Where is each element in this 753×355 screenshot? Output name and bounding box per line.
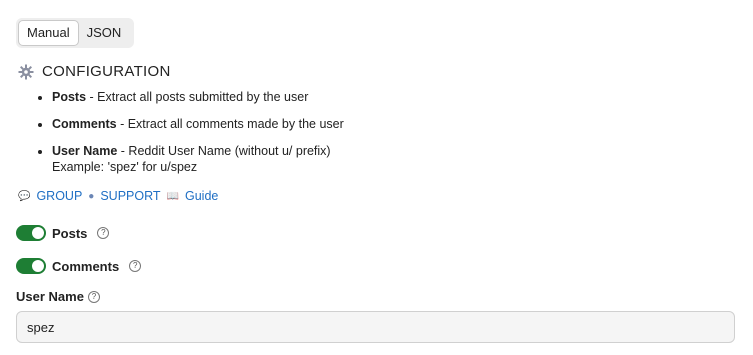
list-item: User Name - Reddit User Name (without u/… [52,143,344,175]
tab-manual[interactable]: Manual [18,20,79,46]
user-name-label-row: User Name ? [16,289,100,304]
support-icon: ● [88,190,95,202]
help-links: 💬 GROUP ● SUPPORT 📖 Guide [18,189,218,203]
posts-toggle-row: Posts ? [16,225,110,241]
posts-toggle-label: Posts [52,225,88,241]
tab-json[interactable]: JSON [79,20,130,46]
help-icon[interactable]: ? [129,260,142,272]
configuration-heading: CONFIGURATION [18,63,171,80]
comments-toggle[interactable] [16,258,46,274]
book-icon: 📖 [166,190,179,202]
chat-bubble-icon: 💬 [18,190,31,202]
help-icon[interactable]: ? [87,290,100,303]
user-name-label: User Name [16,289,84,304]
list-item: Comments - Extract all comments made by … [52,116,344,132]
description-list: Posts - Extract all posts submitted by t… [34,89,344,186]
description-text: - Extract all posts submitted by the use… [86,90,309,104]
description-example: Example: 'spez' for u/spez [52,160,198,174]
group-link[interactable]: GROUP [36,189,82,203]
list-item: Posts - Extract all posts submitted by t… [52,89,344,105]
comments-toggle-label: Comments [52,258,120,274]
support-link[interactable]: SUPPORT [100,189,160,203]
description-term: Posts [52,90,87,104]
user-name-input[interactable] [16,311,735,343]
description-term: User Name [52,144,118,158]
mode-tabs: Manual JSON [16,18,134,48]
help-icon[interactable]: ? [97,227,110,239]
description-text: - Extract all comments made by the user [116,117,344,131]
description-text: - Reddit User Name (without u/ prefix) [117,144,331,158]
comments-toggle-row: Comments ? [16,258,142,274]
guide-link[interactable]: Guide [185,189,218,203]
gear-icon [18,64,34,80]
posts-toggle[interactable] [16,225,46,241]
description-term: Comments [52,117,117,131]
section-title: CONFIGURATION [42,63,171,80]
